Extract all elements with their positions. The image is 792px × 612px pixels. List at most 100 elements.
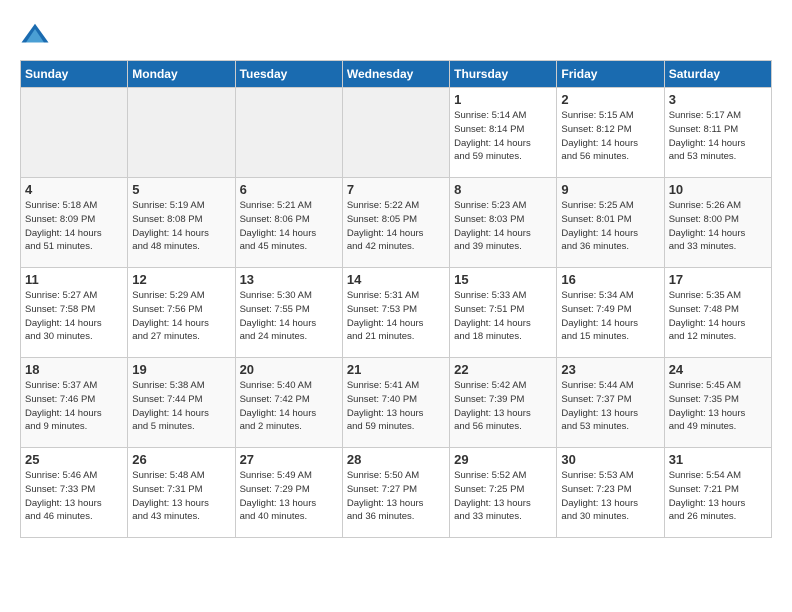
header-cell-tuesday: Tuesday bbox=[235, 61, 342, 88]
day-info: Sunrise: 5:48 AMSunset: 7:31 PMDaylight:… bbox=[132, 469, 230, 524]
day-cell: 15 Sunrise: 5:33 AMSunset: 7:51 PMDayligh… bbox=[450, 268, 557, 358]
day-number: 15 bbox=[454, 272, 552, 287]
day-info: Sunrise: 5:27 AMSunset: 7:58 PMDaylight:… bbox=[25, 289, 123, 344]
header-cell-monday: Monday bbox=[128, 61, 235, 88]
day-info: Sunrise: 5:40 AMSunset: 7:42 PMDaylight:… bbox=[240, 379, 338, 434]
day-cell bbox=[342, 88, 449, 178]
day-cell: 4Sunrise: 5:18 AMSunset: 8:09 PMDaylight… bbox=[21, 178, 128, 268]
day-cell: 27 Sunrise: 5:49 AMSunset: 7:29 PMDayligh… bbox=[235, 448, 342, 538]
day-info: Sunrise: 5:37 AMSunset: 7:46 PMDaylight:… bbox=[25, 379, 123, 434]
day-cell: 21 Sunrise: 5:41 AMSunset: 7:40 PMDayligh… bbox=[342, 358, 449, 448]
day-info: Sunrise: 5:54 AMSunset: 7:21 PMDaylight:… bbox=[669, 469, 767, 524]
day-info: Sunrise: 5:14 AMSunset: 8:14 PMDaylight:… bbox=[454, 109, 552, 164]
day-number: 27 bbox=[240, 452, 338, 467]
day-info: Sunrise: 5:34 AMSunset: 7:49 PMDaylight:… bbox=[561, 289, 659, 344]
day-info: Sunrise: 5:31 AMSunset: 7:53 PMDaylight:… bbox=[347, 289, 445, 344]
day-cell: 5 Sunrise: 5:19 AMSunset: 8:08 PMDaylight… bbox=[128, 178, 235, 268]
day-cell: 9Sunrise: 5:25 AMSunset: 8:01 PMDaylight… bbox=[557, 178, 664, 268]
day-number: 18 bbox=[25, 362, 123, 377]
day-number: 1 bbox=[454, 92, 552, 107]
day-number: 31 bbox=[669, 452, 767, 467]
day-cell: 11 Sunrise: 5:27 AMSunset: 7:58 PMDayligh… bbox=[21, 268, 128, 358]
day-cell: 30Sunrise: 5:53 AMSunset: 7:23 PMDayligh… bbox=[557, 448, 664, 538]
day-number: 4 bbox=[25, 182, 123, 197]
day-info: Sunrise: 5:52 AMSunset: 7:25 PMDaylight:… bbox=[454, 469, 552, 524]
day-number: 8 bbox=[454, 182, 552, 197]
header-cell-sunday: Sunday bbox=[21, 61, 128, 88]
day-info: Sunrise: 5:46 AMSunset: 7:33 PMDaylight:… bbox=[25, 469, 123, 524]
day-cell: 29 Sunrise: 5:52 AMSunset: 7:25 PMDayligh… bbox=[450, 448, 557, 538]
day-cell: 22 Sunrise: 5:42 AMSunset: 7:39 PMDayligh… bbox=[450, 358, 557, 448]
day-info: Sunrise: 5:45 AMSunset: 7:35 PMDaylight:… bbox=[669, 379, 767, 434]
day-info: Sunrise: 5:50 AMSunset: 7:27 PMDaylight:… bbox=[347, 469, 445, 524]
header-cell-thursday: Thursday bbox=[450, 61, 557, 88]
day-cell: 24 Sunrise: 5:45 AMSunset: 7:35 PMDayligh… bbox=[664, 358, 771, 448]
day-info: Sunrise: 5:29 AMSunset: 7:56 PMDaylight:… bbox=[132, 289, 230, 344]
day-cell: 23 Sunrise: 5:44 AMSunset: 7:37 PMDayligh… bbox=[557, 358, 664, 448]
day-info: Sunrise: 5:19 AMSunset: 8:08 PMDaylight:… bbox=[132, 199, 230, 254]
day-number: 23 bbox=[561, 362, 659, 377]
day-info: Sunrise: 5:44 AMSunset: 7:37 PMDaylight:… bbox=[561, 379, 659, 434]
day-number: 3 bbox=[669, 92, 767, 107]
day-number: 22 bbox=[454, 362, 552, 377]
header-row: SundayMondayTuesdayWednesdayThursdayFrid… bbox=[21, 61, 772, 88]
day-cell: 13Sunrise: 5:30 AMSunset: 7:55 PMDayligh… bbox=[235, 268, 342, 358]
week-row-2: 4Sunrise: 5:18 AMSunset: 8:09 PMDaylight… bbox=[21, 178, 772, 268]
day-cell: 28 Sunrise: 5:50 AMSunset: 7:27 PMDayligh… bbox=[342, 448, 449, 538]
day-cell: 14Sunrise: 5:31 AMSunset: 7:53 PMDayligh… bbox=[342, 268, 449, 358]
day-info: Sunrise: 5:21 AMSunset: 8:06 PMDaylight:… bbox=[240, 199, 338, 254]
day-info: Sunrise: 5:38 AMSunset: 7:44 PMDaylight:… bbox=[132, 379, 230, 434]
header-cell-wednesday: Wednesday bbox=[342, 61, 449, 88]
day-info: Sunrise: 5:22 AMSunset: 8:05 PMDaylight:… bbox=[347, 199, 445, 254]
day-number: 25 bbox=[25, 452, 123, 467]
day-cell: 25 Sunrise: 5:46 AMSunset: 7:33 PMDayligh… bbox=[21, 448, 128, 538]
day-number: 11 bbox=[25, 272, 123, 287]
day-number: 19 bbox=[132, 362, 230, 377]
day-cell: 7 Sunrise: 5:22 AMSunset: 8:05 PMDaylight… bbox=[342, 178, 449, 268]
day-cell: 26 Sunrise: 5:48 AMSunset: 7:31 PMDayligh… bbox=[128, 448, 235, 538]
day-cell: 3 Sunrise: 5:17 AMSunset: 8:11 PMDaylight… bbox=[664, 88, 771, 178]
day-cell: 6 Sunrise: 5:21 AMSunset: 8:06 PMDaylight… bbox=[235, 178, 342, 268]
day-info: Sunrise: 5:41 AMSunset: 7:40 PMDaylight:… bbox=[347, 379, 445, 434]
day-info: Sunrise: 5:42 AMSunset: 7:39 PMDaylight:… bbox=[454, 379, 552, 434]
day-cell: 18 Sunrise: 5:37 AMSunset: 7:46 PMDayligh… bbox=[21, 358, 128, 448]
day-number: 21 bbox=[347, 362, 445, 377]
day-number: 12 bbox=[132, 272, 230, 287]
day-info: Sunrise: 5:33 AMSunset: 7:51 PMDaylight:… bbox=[454, 289, 552, 344]
day-number: 29 bbox=[454, 452, 552, 467]
day-cell: 1 Sunrise: 5:14 AMSunset: 8:14 PMDaylight… bbox=[450, 88, 557, 178]
day-info: Sunrise: 5:26 AMSunset: 8:00 PMDaylight:… bbox=[669, 199, 767, 254]
day-number: 6 bbox=[240, 182, 338, 197]
day-info: Sunrise: 5:17 AMSunset: 8:11 PMDaylight:… bbox=[669, 109, 767, 164]
day-info: Sunrise: 5:35 AMSunset: 7:48 PMDaylight:… bbox=[669, 289, 767, 344]
week-row-3: 11 Sunrise: 5:27 AMSunset: 7:58 PMDayligh… bbox=[21, 268, 772, 358]
day-number: 17 bbox=[669, 272, 767, 287]
day-info: Sunrise: 5:25 AMSunset: 8:01 PMDaylight:… bbox=[561, 199, 659, 254]
day-info: Sunrise: 5:15 AMSunset: 8:12 PMDaylight:… bbox=[561, 109, 659, 164]
day-cell: 10 Sunrise: 5:26 AMSunset: 8:00 PMDayligh… bbox=[664, 178, 771, 268]
day-number: 20 bbox=[240, 362, 338, 377]
day-cell: 17 Sunrise: 5:35 AMSunset: 7:48 PMDayligh… bbox=[664, 268, 771, 358]
day-cell: 12 Sunrise: 5:29 AMSunset: 7:56 PMDayligh… bbox=[128, 268, 235, 358]
day-number: 10 bbox=[669, 182, 767, 197]
day-number: 2 bbox=[561, 92, 659, 107]
calendar-body: 1 Sunrise: 5:14 AMSunset: 8:14 PMDaylight… bbox=[21, 88, 772, 538]
week-row-1: 1 Sunrise: 5:14 AMSunset: 8:14 PMDaylight… bbox=[21, 88, 772, 178]
day-cell: 19 Sunrise: 5:38 AMSunset: 7:44 PMDayligh… bbox=[128, 358, 235, 448]
day-cell bbox=[128, 88, 235, 178]
day-cell bbox=[235, 88, 342, 178]
day-number: 7 bbox=[347, 182, 445, 197]
calendar-header: SundayMondayTuesdayWednesdayThursdayFrid… bbox=[21, 61, 772, 88]
day-cell: 20 Sunrise: 5:40 AMSunset: 7:42 PMDayligh… bbox=[235, 358, 342, 448]
week-row-5: 25 Sunrise: 5:46 AMSunset: 7:33 PMDayligh… bbox=[21, 448, 772, 538]
day-cell: 8Sunrise: 5:23 AMSunset: 8:03 PMDaylight… bbox=[450, 178, 557, 268]
week-row-4: 18 Sunrise: 5:37 AMSunset: 7:46 PMDayligh… bbox=[21, 358, 772, 448]
day-info: Sunrise: 5:49 AMSunset: 7:29 PMDaylight:… bbox=[240, 469, 338, 524]
day-number: 5 bbox=[132, 182, 230, 197]
logo-icon bbox=[20, 20, 50, 50]
header bbox=[20, 20, 772, 50]
calendar-table: SundayMondayTuesdayWednesdayThursdayFrid… bbox=[20, 60, 772, 538]
day-number: 26 bbox=[132, 452, 230, 467]
day-number: 24 bbox=[669, 362, 767, 377]
day-number: 28 bbox=[347, 452, 445, 467]
